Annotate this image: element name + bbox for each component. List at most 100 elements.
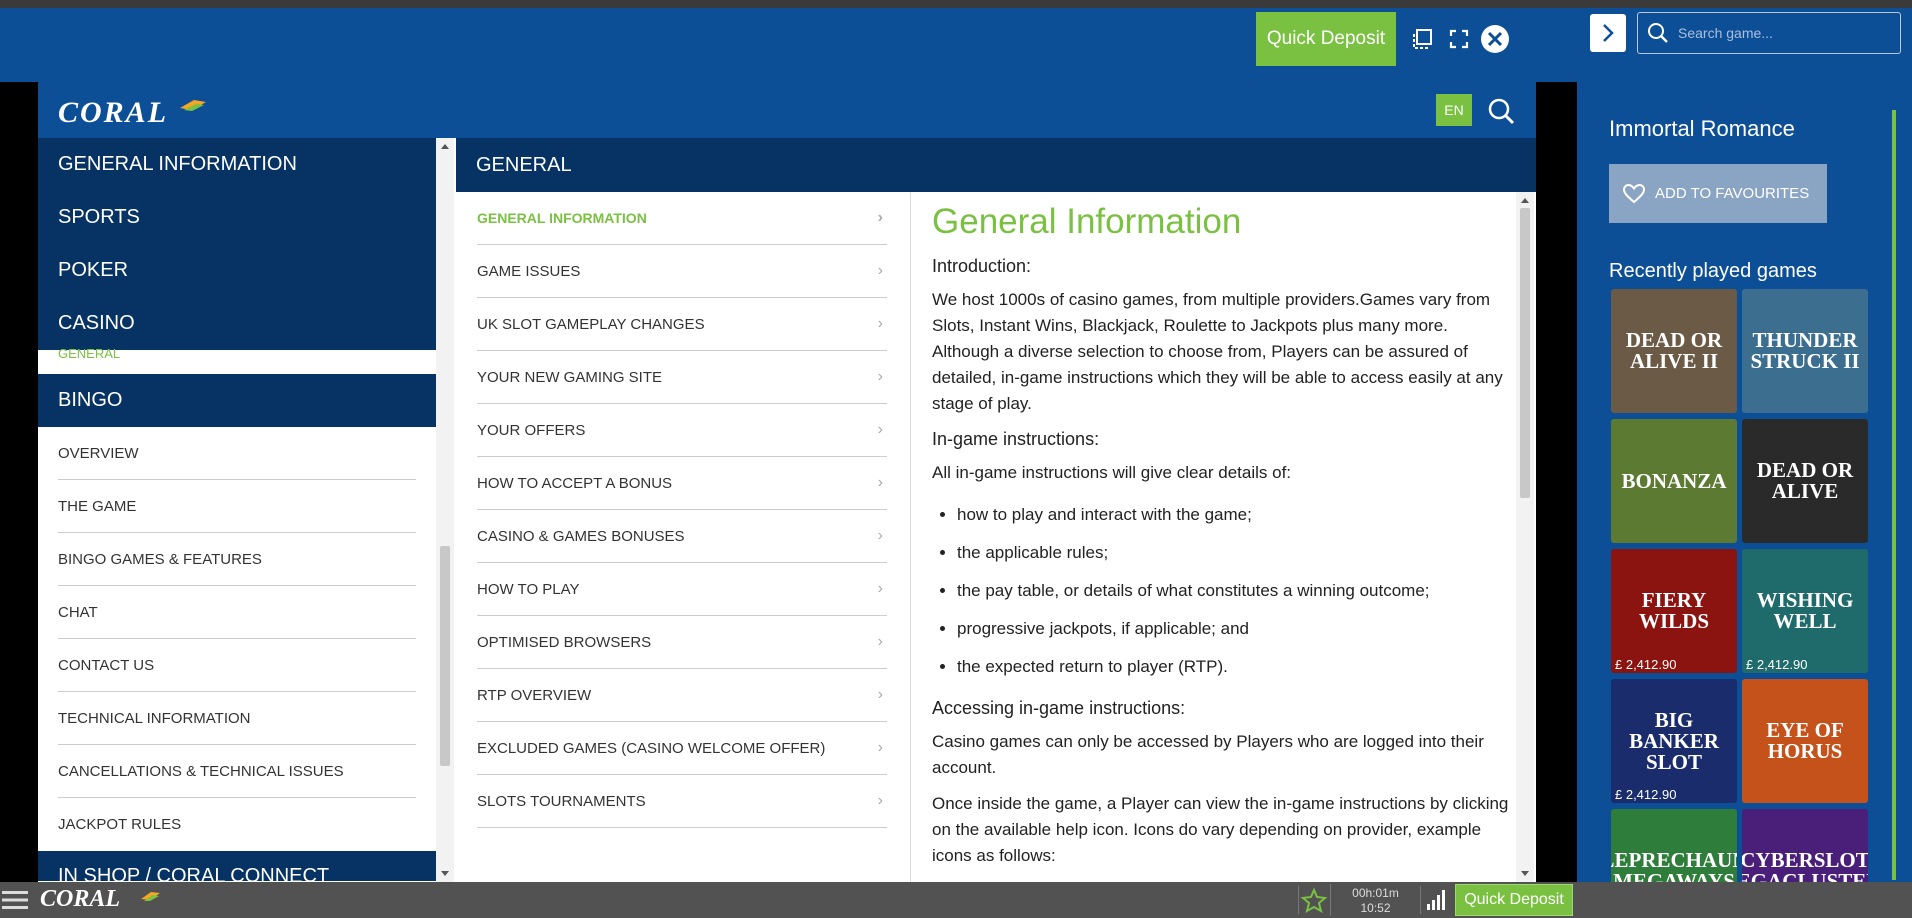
list-item: the applicable rules; xyxy=(957,534,1512,572)
session-timer: 00h:01m 10:52 xyxy=(1330,884,1420,916)
chevron-right-icon: › xyxy=(877,580,883,597)
scroll-up-icon[interactable] xyxy=(440,142,450,150)
recent-game-tile[interactable]: BONANZA xyxy=(1611,419,1737,543)
chevron-right-icon: › xyxy=(877,474,883,491)
article-content: General Information Introduction: We hos… xyxy=(912,192,1512,882)
topic-label: CASINO & GAMES BONUSES xyxy=(477,527,685,545)
coral-logo[interactable]: CORAL xyxy=(58,96,168,130)
chevron-right-icon: › xyxy=(877,527,883,544)
collapse-panel-button[interactable] xyxy=(1590,14,1626,52)
bottom-bar: CORAL 00h:01m 10:52 Quick Deposit xyxy=(0,882,1912,918)
search-game-input[interactable] xyxy=(1678,25,1888,41)
topic-casino-games-bonuses[interactable]: CASINO & GAMES BONUSES › xyxy=(477,510,887,563)
search-icon xyxy=(1648,23,1668,43)
clock-time: 10:52 xyxy=(1360,901,1391,915)
topic-how-to-accept-a-bonus[interactable]: HOW TO ACCEPT A BONUS › xyxy=(477,457,887,510)
topic-uk-slot-gameplay-changes[interactable]: UK SLOT GAMEPLAY CHANGES › xyxy=(477,298,887,351)
chevron-right-icon: › xyxy=(877,262,883,279)
nav-item-bingo-games-features[interactable]: BINGO GAMES & FEATURES xyxy=(58,533,416,586)
ingame-text: All in-game instructions will give clear… xyxy=(932,463,1292,482)
topic-excluded-games[interactable]: EXCLUDED GAMES (CASINO WELCOME OFFER) › xyxy=(477,722,887,775)
left-nav-scrollbar[interactable] xyxy=(436,138,454,882)
add-to-favourites-button[interactable]: ADD TO FAVOURITES xyxy=(1609,164,1827,223)
recent-game-tile[interactable]: FIERY WILDS £ 2,412.90 xyxy=(1611,549,1737,673)
content-scroll-thumb[interactable] xyxy=(1520,208,1530,498)
search-game-box[interactable] xyxy=(1637,12,1901,54)
nav-item-jackpot-rules[interactable]: JACKPOT RULES xyxy=(58,798,416,851)
nav-item-technical-information[interactable]: TECHNICAL INFORMATION xyxy=(58,692,416,745)
bottom-quick-deposit-button[interactable]: Quick Deposit xyxy=(1455,884,1573,916)
topic-label: EXCLUDED GAMES (CASINO WELCOME OFFER) xyxy=(477,739,826,757)
topic-label: GENERAL INFORMATION xyxy=(477,210,647,226)
language-button[interactable]: EN xyxy=(1436,94,1472,126)
panel-edge xyxy=(1892,110,1896,880)
article-title: General Information xyxy=(932,202,1242,241)
nav-item-cancellations[interactable]: CANCELLATIONS & TECHNICAL ISSUES xyxy=(58,745,416,798)
quick-deposit-button[interactable]: Quick Deposit xyxy=(1256,12,1396,66)
nav-item-overview[interactable]: OVERVIEW xyxy=(58,427,416,480)
nav-category-sports[interactable]: SPORTS xyxy=(38,191,436,244)
recent-game-tile[interactable]: EYE OF HORUS xyxy=(1742,679,1868,803)
chevron-right-icon: › xyxy=(877,421,883,438)
ingame-list: how to play and interact with the game; … xyxy=(957,496,1512,686)
bottom-coral-logo[interactable]: CORAL xyxy=(40,886,120,913)
fullscreen-icon[interactable] xyxy=(1444,24,1474,54)
nav-category-poker[interactable]: POKER xyxy=(38,244,436,297)
nav-category-casino[interactable]: CASINO xyxy=(38,297,436,350)
recent-game-name: FIERY WILDS xyxy=(1638,588,1710,633)
list-item: the expected return to player (RTP). xyxy=(957,648,1512,686)
jackpot-amount: £ 2,412.90 xyxy=(1615,787,1677,802)
topic-label: YOUR NEW GAMING SITE xyxy=(477,368,663,386)
recent-game-name: EYE OF HORUS xyxy=(1766,718,1844,763)
logo-flag-icon xyxy=(180,100,206,111)
favourite-star-icon[interactable] xyxy=(1298,886,1328,914)
hamburger-menu-icon[interactable] xyxy=(2,888,28,912)
recently-played-heading: Recently played games xyxy=(1609,260,1817,282)
left-nav-scroll-thumb[interactable] xyxy=(440,546,450,766)
chevron-right-icon: › xyxy=(877,686,883,703)
scroll-down-icon[interactable] xyxy=(440,870,450,878)
topic-how-to-play[interactable]: HOW TO PLAY › xyxy=(477,563,887,616)
jackpot-amount: £ 2,412.90 xyxy=(1615,657,1677,672)
chevron-right-icon: › xyxy=(877,368,883,385)
topic-label: YOUR OFFERS xyxy=(477,421,586,439)
section-header: GENERAL xyxy=(456,138,1536,192)
recent-game-tile[interactable]: WISHING WELL £ 2,412.90 xyxy=(1742,549,1868,673)
bottom-logo-flag-icon xyxy=(141,892,160,901)
topic-your-new-gaming-site[interactable]: YOUR NEW GAMING SITE › xyxy=(477,351,887,404)
nav-item-chat[interactable]: CHAT xyxy=(58,586,416,639)
topic-label: OPTIMISED BROWSERS xyxy=(477,633,652,651)
recent-game-name: THUNDER STRUCK II xyxy=(1750,328,1860,373)
right-margin xyxy=(1536,82,1577,882)
topic-game-issues[interactable]: GAME ISSUES › xyxy=(477,245,887,298)
nav-category-general-information[interactable]: GENERAL INFORMATION xyxy=(38,138,436,191)
jackpot-amount: £ 2,412.90 xyxy=(1746,657,1808,672)
nav-item-the-game[interactable]: THE GAME xyxy=(58,480,416,533)
close-icon[interactable] xyxy=(1480,24,1510,54)
topic-your-offers[interactable]: YOUR OFFERS › xyxy=(477,404,887,457)
recent-game-tile[interactable]: BIG BANKER SLOT £ 2,412.90 xyxy=(1611,679,1737,803)
nav-sub-general-label: GENERAL xyxy=(58,346,121,361)
ingame-heading: In-game instructions: xyxy=(932,429,1100,449)
scroll-up-icon[interactable] xyxy=(1520,196,1530,204)
add-to-favourites-label: ADD TO FAVOURITES xyxy=(1655,185,1810,202)
content-scrollbar[interactable] xyxy=(1516,192,1534,882)
topic-slots-tournaments[interactable]: SLOTS TOURNAMENTS › xyxy=(477,775,887,828)
top-strip xyxy=(0,0,1912,8)
recent-game-tile[interactable]: THUNDER STRUCK II xyxy=(1742,289,1868,413)
topic-optimised-browsers[interactable]: OPTIMISED BROWSERS › xyxy=(477,616,887,669)
recent-game-tile[interactable]: DEAD OR ALIVE II xyxy=(1611,289,1737,413)
topic-general-information[interactable]: GENERAL INFORMATION › xyxy=(477,192,887,245)
nav-item-contact-us[interactable]: CONTACT US xyxy=(58,639,416,692)
nav-sub-general[interactable]: GENERAL xyxy=(38,346,436,374)
chevron-right-icon: › xyxy=(877,739,883,756)
nav-category-in-shop[interactable]: IN SHOP / CORAL CONNECT xyxy=(38,851,436,881)
help-search-icon[interactable] xyxy=(1486,96,1516,126)
scroll-down-icon[interactable] xyxy=(1520,870,1530,878)
popout-icon[interactable] xyxy=(1408,24,1438,54)
topic-label: GAME ISSUES xyxy=(477,262,581,280)
current-game-title: Immortal Romance xyxy=(1609,116,1795,141)
topic-rtp-overview[interactable]: RTP OVERVIEW › xyxy=(477,669,887,722)
nav-category-bingo[interactable]: BINGO xyxy=(38,374,436,427)
recent-game-tile[interactable]: DEAD OR ALIVE xyxy=(1742,419,1868,543)
